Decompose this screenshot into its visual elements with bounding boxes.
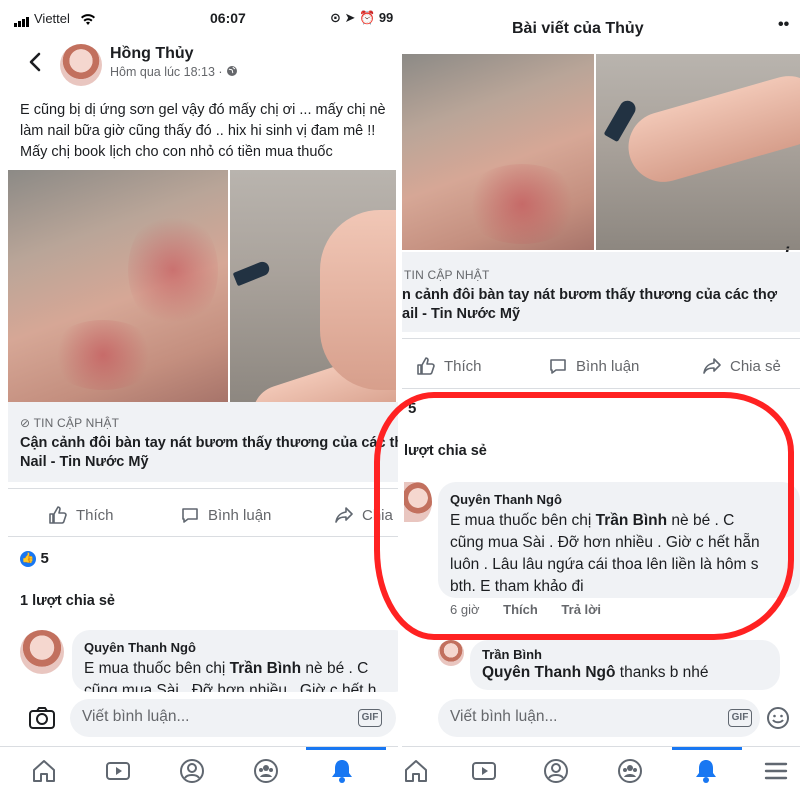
reply-avatar[interactable] (438, 640, 464, 666)
post-text: E cũng bị dị ứng sơn gel vậy đó mấy chị … (20, 102, 386, 160)
active-tab-indicator (672, 747, 742, 750)
comment-input[interactable]: Viết bình luận... (70, 699, 396, 737)
post-image-finger[interactable] (596, 54, 800, 250)
comment-button[interactable]: Bình luận (548, 356, 639, 376)
tab-watch[interactable] (104, 757, 136, 789)
active-tab-indicator (306, 747, 386, 750)
link-preview[interactable]: TIN CẬP NHẬT n cảnh đôi bàn tay nát bươm… (402, 252, 800, 332)
tab-home[interactable] (30, 757, 62, 789)
reaction-count[interactable]: 👍 5 (20, 550, 49, 568)
signal-icon (14, 12, 30, 28)
left-screenshot: Viettel 06:07 ⊙ ➤ ⏰ 99 Hồng Thủy Hôm qua… (0, 0, 398, 800)
menu-icon (764, 762, 788, 780)
mention-link[interactable]: Quyên Thanh Ngô (482, 664, 615, 681)
post-timestamp: Hôm qua lúc 18:13 · (110, 65, 238, 79)
bell-icon (696, 760, 716, 783)
like-button[interactable]: Thích (416, 356, 482, 376)
tab-notifications[interactable] (328, 757, 360, 789)
author-name[interactable]: Hồng Thủy (110, 45, 194, 63)
link-source: ⊘ TIN CẬP NHẬT (20, 416, 120, 430)
tab-home[interactable] (402, 757, 434, 789)
comment-composer: Viết bình luận... GIF (0, 696, 398, 740)
link-preview[interactable]: ⊘ TIN CẬP NHẬT Cận cảnh đôi bàn tay nát … (8, 402, 398, 482)
video-icon (472, 762, 496, 780)
profile-icon (544, 759, 568, 783)
commenter-avatar[interactable] (20, 630, 64, 674)
post-header-title: Bài viết của Thủy (512, 20, 644, 37)
link-title: n cảnh đôi bàn tay nát bươm thấy thương … (402, 287, 777, 322)
post-header: Bài viết của Thủy •• (402, 0, 800, 52)
divider (8, 536, 398, 537)
post-image-hand[interactable] (8, 170, 228, 402)
divider (402, 388, 800, 389)
tab-menu[interactable] (762, 757, 794, 789)
divider (8, 488, 398, 489)
groups-icon (254, 759, 278, 783)
tab-profile[interactable] (542, 757, 574, 789)
share-icon (335, 507, 353, 523)
status-bar: Viettel 06:07 ⊙ ➤ ⏰ 99 (0, 0, 398, 36)
comment-icon (182, 508, 198, 523)
reply-bubble: Trần Bình Quyên Thanh Ngô thanks b nhé (470, 640, 780, 690)
like-reaction-icon: 👍 (20, 550, 36, 567)
status-icons: ⊙ ➤ ⏰ 99 (330, 10, 394, 25)
comment-composer: Viết bình luận... GIF (402, 696, 800, 740)
clock: 06:07 (210, 10, 246, 26)
like-button[interactable]: Thích (48, 505, 114, 525)
tab-bar (0, 746, 398, 798)
globe-icon (227, 66, 238, 76)
link-source: TIN CẬP NHẬT (404, 268, 490, 282)
comment-bubble: Quyên Thanh Ngô E mua thuốc bên chị Trần… (72, 630, 398, 692)
comment-input[interactable]: Viết bình luận... (438, 699, 760, 737)
camera-icon[interactable] (28, 706, 56, 730)
share-button[interactable]: Chia sẻ (702, 356, 781, 376)
bell-icon (332, 760, 352, 783)
wifi-icon (80, 13, 95, 25)
gif-icon[interactable]: GIF (358, 709, 382, 727)
carrier: Viettel (14, 11, 96, 28)
reply-text: Quyên Thanh Ngô thanks b nhé (482, 664, 709, 681)
more-options-icon[interactable]: •• (778, 16, 789, 34)
video-icon (106, 762, 130, 780)
gif-icon[interactable]: GIF (728, 709, 752, 727)
home-icon (33, 760, 55, 782)
tab-profile[interactable] (178, 757, 210, 789)
comment-text: E mua thuốc bên chị Trần Bình nè bé . C … (84, 660, 377, 692)
reply-author[interactable]: Trần Bình (482, 647, 542, 662)
tab-notifications[interactable] (692, 757, 724, 789)
back-icon[interactable] (24, 50, 48, 74)
profile-icon (180, 759, 204, 783)
divider (402, 338, 800, 339)
tab-groups[interactable] (252, 757, 284, 789)
home-icon (405, 760, 427, 782)
red-highlight-annotation (374, 392, 794, 640)
like-icon (49, 506, 67, 524)
author-avatar[interactable] (60, 44, 102, 86)
comment-icon (550, 359, 566, 374)
tab-watch[interactable] (470, 757, 502, 789)
comment-author[interactable]: Quyên Thanh Ngô (84, 640, 196, 655)
link-title: Cận cảnh đôi bàn tay nát bươm thấy thươn… (20, 435, 398, 470)
post-image-hand[interactable] (402, 54, 594, 250)
post-image-finger[interactable] (230, 170, 396, 402)
groups-icon (618, 759, 642, 783)
mention-link[interactable]: Trần Bình (230, 660, 301, 677)
comment-button[interactable]: Bình luận (180, 505, 271, 525)
share-icon (703, 358, 721, 374)
like-icon (417, 357, 435, 375)
tab-groups[interactable] (616, 757, 648, 789)
share-count[interactable]: 1 lượt chia sẻ (20, 593, 115, 609)
info-circle-icon: ⊘ (20, 416, 31, 430)
emoji-icon[interactable] (766, 706, 790, 730)
tab-bar (402, 746, 800, 798)
